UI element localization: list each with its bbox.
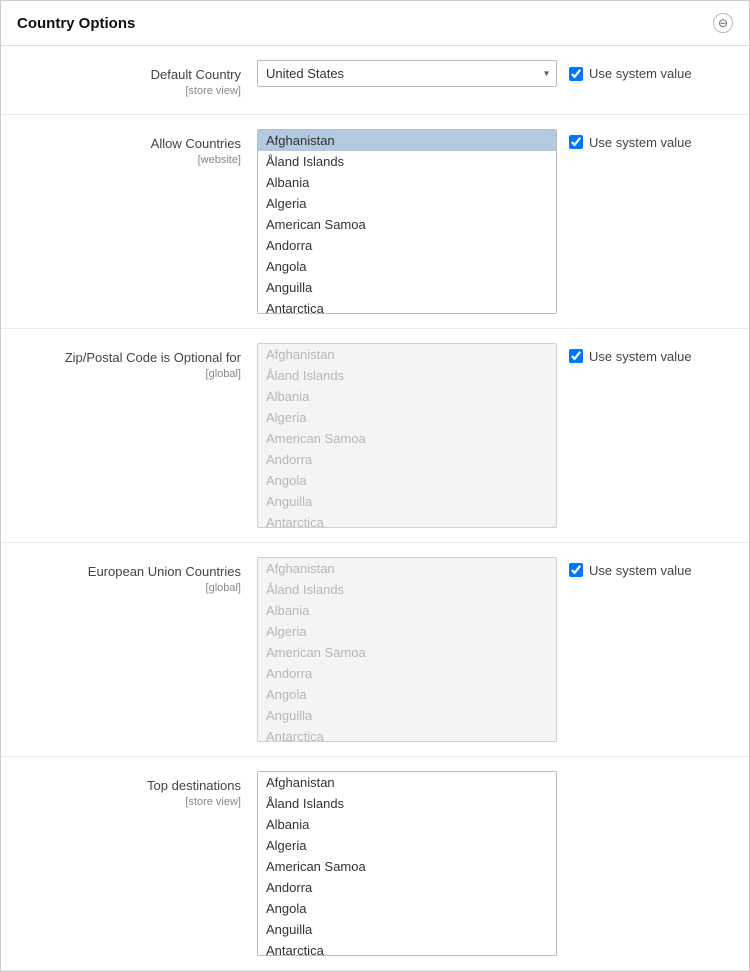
allow-countries-row: Allow Countries [website] Afghanistan Ål…	[1, 115, 749, 329]
page-header: Country Options ⊖	[1, 1, 749, 46]
page-title: Country Options	[17, 15, 135, 32]
collapse-icon[interactable]: ⊖	[713, 13, 733, 33]
default-country-row: Default Country [store view] United Stat…	[1, 46, 749, 115]
eu-countries-multiselect-container: Afghanistan Åland Islands Albania Algeri…	[257, 557, 557, 742]
top-destinations-label: Top destinations [store view]	[17, 771, 257, 811]
zip-optional-control: Afghanistan Åland Islands Albania Algeri…	[257, 343, 733, 528]
eu-countries-checkbox[interactable]	[569, 563, 583, 577]
allow-countries-checkbox[interactable]	[569, 135, 583, 149]
top-destinations-multiselect[interactable]: Afghanistan Åland Islands Albania Algeri…	[257, 771, 557, 956]
eu-countries-row: European Union Countries [global] Afghan…	[1, 543, 749, 757]
allow-countries-multiselect[interactable]: Afghanistan Åland Islands Albania Algeri…	[257, 129, 557, 314]
eu-countries-system-value: Use system value	[569, 557, 692, 578]
default-country-select[interactable]: United States	[257, 60, 557, 87]
default-country-control: United States ▾ Use system value	[257, 60, 733, 87]
default-country-checkbox[interactable]	[569, 67, 583, 81]
page-container: Country Options ⊖ Default Country [store…	[0, 0, 750, 972]
zip-optional-label: Zip/Postal Code is Optional for [global]	[17, 343, 257, 383]
zip-optional-system-value: Use system value	[569, 343, 692, 364]
eu-countries-label: European Union Countries [global]	[17, 557, 257, 597]
zip-optional-checkbox[interactable]	[569, 349, 583, 363]
content-area: Default Country [store view] United Stat…	[1, 46, 749, 971]
zip-optional-multiselect-container: Afghanistan Åland Islands Albania Algeri…	[257, 343, 557, 528]
eu-countries-control: Afghanistan Åland Islands Albania Algeri…	[257, 557, 733, 742]
default-country-system-value: Use system value	[569, 60, 692, 81]
allow-countries-label: Allow Countries [website]	[17, 129, 257, 169]
allow-countries-control: Afghanistan Åland Islands Albania Algeri…	[257, 129, 733, 314]
allow-countries-multiselect-container: Afghanistan Åland Islands Albania Algeri…	[257, 129, 557, 314]
default-country-label: Default Country [store view]	[17, 60, 257, 100]
zip-optional-multiselect: Afghanistan Åland Islands Albania Algeri…	[257, 343, 557, 528]
top-destinations-row: Top destinations [store view] Afghanista…	[1, 757, 749, 971]
top-destinations-control: Afghanistan Åland Islands Albania Algeri…	[257, 771, 733, 956]
allow-countries-system-value: Use system value	[569, 129, 692, 150]
default-country-select-wrapper: United States ▾	[257, 60, 557, 87]
zip-optional-row: Zip/Postal Code is Optional for [global]…	[1, 329, 749, 543]
top-destinations-multiselect-container: Afghanistan Åland Islands Albania Algeri…	[257, 771, 557, 956]
eu-countries-multiselect: Afghanistan Åland Islands Albania Algeri…	[257, 557, 557, 742]
